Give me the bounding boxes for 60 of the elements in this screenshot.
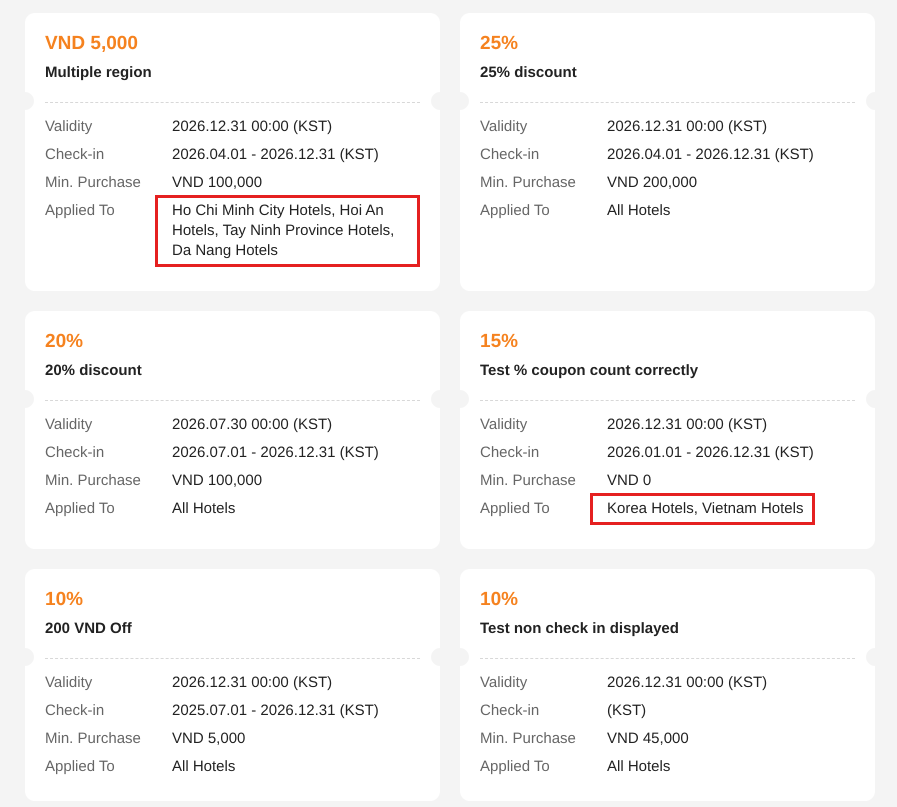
coupon-amount: 15% bbox=[480, 331, 520, 353]
detail-value: 2026.12.31 00:00 (KST) bbox=[172, 117, 332, 137]
detail-value: VND 100,000 bbox=[172, 471, 262, 491]
detail-value: 2025.07.01 - 2026.12.31 (KST) bbox=[172, 701, 379, 721]
detail-value: 2026.12.31 00:00 (KST) bbox=[172, 673, 332, 693]
detail-label: Applied To bbox=[45, 757, 116, 777]
detail-value: 2026.12.31 00:00 (KST) bbox=[607, 415, 768, 435]
coupon-amount: 20% bbox=[45, 331, 84, 353]
coupon-title: Test % coupon count correctly bbox=[480, 361, 698, 381]
detail-value: All Hotels bbox=[607, 201, 670, 221]
coupon-amount: 25% bbox=[480, 33, 520, 55]
coupon-title: Test non check in displayed bbox=[480, 619, 679, 639]
detail-label: Min. Purchase bbox=[45, 173, 142, 193]
detail-label: Min. Purchase bbox=[480, 729, 577, 749]
detail-label: Applied To bbox=[480, 201, 551, 221]
coupon-title: 20% discount bbox=[45, 361, 142, 381]
detail-label: Validity bbox=[45, 673, 94, 693]
detail-value: All Hotels bbox=[172, 757, 236, 777]
detail-value: Ho Chi Minh City Hotels, Hoi An Hotels, Tay Ninh Province Hotels, Da Nang Hotels bbox=[172, 202, 394, 259]
detail-value: VND 0 bbox=[607, 471, 652, 491]
detail-label: Min. Purchase bbox=[480, 173, 577, 193]
detail-value: VND 5,000 bbox=[172, 729, 246, 749]
detail-label: Applied To bbox=[480, 757, 551, 777]
detail-label: Check-in bbox=[480, 701, 540, 721]
detail-value: VND 45,000 bbox=[607, 729, 689, 749]
detail-value: (KST) bbox=[607, 701, 646, 721]
detail-label: Check-in bbox=[480, 145, 540, 165]
detail-label: Validity bbox=[45, 117, 94, 137]
detail-label: Validity bbox=[480, 673, 528, 693]
detail-label: Applied To bbox=[45, 201, 116, 221]
detail-label: Min. Purchase bbox=[45, 471, 142, 491]
detail-label: Validity bbox=[480, 117, 528, 137]
coupon-title: 25% discount bbox=[480, 63, 577, 83]
detail-value: All Hotels bbox=[172, 499, 236, 519]
detail-label: Min. Purchase bbox=[45, 729, 142, 749]
detail-label: Applied To bbox=[480, 499, 551, 519]
detail-value: VND 100,000 bbox=[172, 173, 262, 193]
detail-label: Check-in bbox=[480, 443, 540, 463]
coupon-amount: VND 5,000 bbox=[45, 33, 139, 55]
detail-label: Validity bbox=[480, 415, 528, 435]
coupon-amount: 10% bbox=[480, 589, 520, 611]
detail-value: 2026.12.31 00:00 (KST) bbox=[607, 673, 768, 693]
detail-value: Korea Hotels, Vietnam Hotels bbox=[607, 500, 804, 517]
detail-value: VND 200,000 bbox=[607, 173, 698, 193]
detail-label: Check-in bbox=[45, 701, 106, 721]
coupon-amount: 10% bbox=[45, 589, 84, 611]
detail-value: All Hotels bbox=[607, 757, 670, 777]
coupon-title: Multiple region bbox=[45, 63, 152, 83]
detail-value: 2026.01.01 - 2026.12.31 (KST) bbox=[607, 443, 814, 463]
detail-label: Check-in bbox=[45, 443, 106, 463]
detail-value: 2026.04.01 - 2026.12.31 (KST) bbox=[172, 145, 379, 165]
detail-label: Check-in bbox=[45, 145, 106, 165]
detail-value: 2026.07.01 - 2026.12.31 (KST) bbox=[172, 443, 379, 463]
detail-value: 2026.12.31 00:00 (KST) bbox=[607, 117, 768, 137]
detail-value: 2026.07.30 00:00 (KST) bbox=[172, 415, 332, 435]
coupon-title: 200 VND Off bbox=[45, 619, 132, 639]
detail-label: Applied To bbox=[45, 499, 116, 519]
detail-label: Min. Purchase bbox=[480, 471, 577, 491]
detail-value: 2026.04.01 - 2026.12.31 (KST) bbox=[607, 145, 814, 165]
detail-label: Validity bbox=[45, 415, 94, 435]
